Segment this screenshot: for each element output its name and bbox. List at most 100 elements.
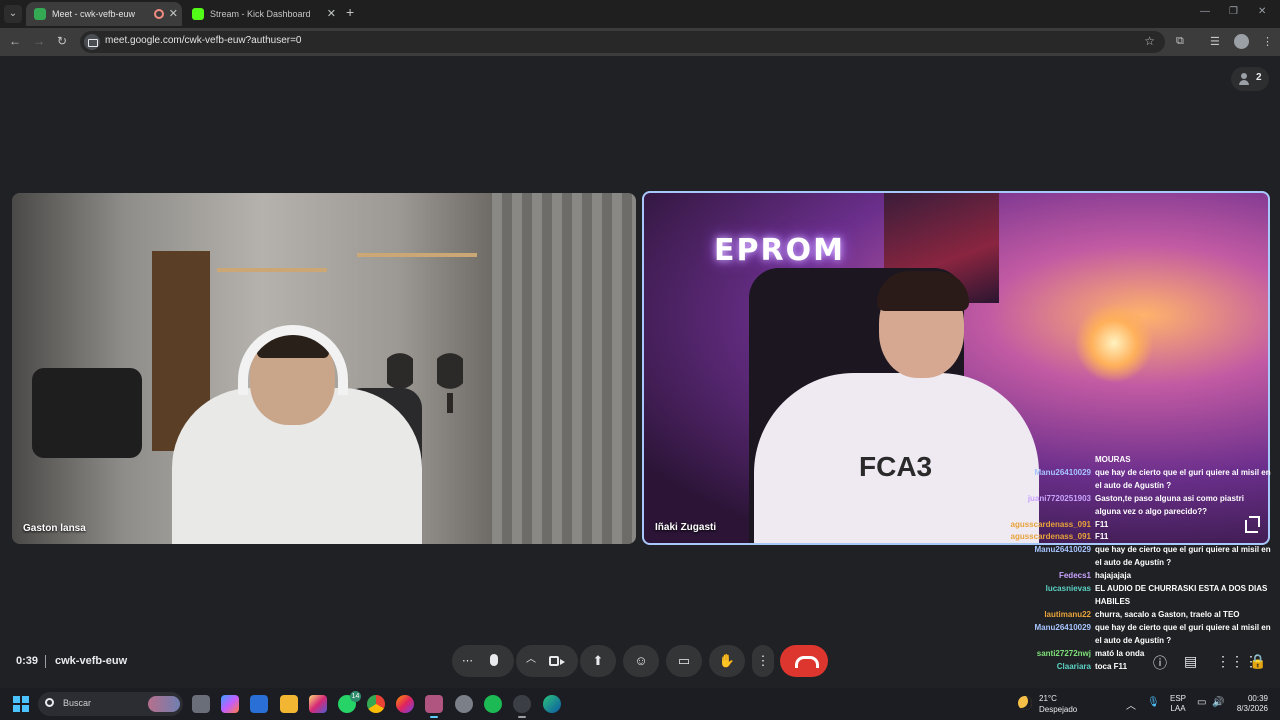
neon-sign: EPROM [714, 233, 845, 268]
copilot-icon[interactable] [221, 695, 239, 713]
obs-icon[interactable] [513, 695, 531, 718]
chat-username: agusscardenass_091 [1010, 519, 1092, 529]
search-placeholder: Buscar [63, 698, 92, 708]
host-controls-icon[interactable]: 🔒 [1249, 653, 1266, 670]
camera-control-group[interactable]: ︿ [516, 645, 578, 677]
menu-dots-icon[interactable]: ⋮ [1262, 35, 1273, 48]
minimize-icon[interactable]: — [1200, 6, 1210, 17]
store-icon[interactable] [250, 695, 268, 713]
file-explorer-icon[interactable] [280, 695, 298, 713]
moon-icon [1018, 696, 1032, 710]
sim-wheel [32, 368, 142, 458]
weather-desc: Despejado [1039, 705, 1078, 714]
chat-text: que hay de cierto que el guri quiere al … [1095, 467, 1271, 490]
video-tile-gaston[interactable]: Gaston lansa [12, 193, 636, 544]
firefox-icon[interactable] [396, 695, 414, 713]
tab-title: Meet - cwk-vefb-euw [52, 9, 136, 19]
shirt-print: FCA3 [859, 451, 933, 482]
volume-icon[interactable]: 🔊 [1212, 697, 1224, 708]
clock-date: 8/3/2026 [1236, 704, 1268, 713]
divider [45, 655, 46, 668]
chat-message: MOURAS [1005, 454, 1275, 467]
spotify-icon[interactable] [484, 695, 502, 713]
close-window-icon[interactable]: ✕ [1258, 6, 1266, 17]
bookmark-star-icon[interactable]: ☆ [1144, 34, 1155, 48]
curtain [492, 193, 636, 544]
chat-username: Manu26410029 [1034, 622, 1091, 632]
chat-text: MOURAS [1095, 455, 1131, 464]
restore-icon[interactable]: ❐ [1229, 6, 1238, 17]
chat-message: Manu26410029 que hay de cierto que el gur… [1005, 622, 1275, 648]
address-bar[interactable]: meet.google.com/cwk-vefb-euw?authuser=0 … [80, 31, 1165, 53]
mic-tray-icon[interactable]: 🎙 [1147, 697, 1160, 708]
network-icon[interactable]: ▭ [1197, 697, 1206, 708]
taskbar-search[interactable]: Buscar [38, 692, 183, 716]
present-screen-button[interactable]: ⬆ [580, 645, 616, 677]
participant-name: Iñaki Zugasti [655, 522, 717, 533]
meeting-info-icon[interactable]: ⓘ [1153, 653, 1167, 673]
site-info-icon[interactable] [84, 34, 100, 50]
chat-username: Claariara [1056, 661, 1091, 671]
reload-icon[interactable]: ↻ [57, 34, 67, 48]
participants-button[interactable]: 2 [1231, 67, 1269, 91]
mic-icon[interactable] [490, 654, 498, 666]
participant-name: Gaston lansa [23, 523, 86, 534]
chat-icon[interactable]: ▤ [1184, 653, 1197, 670]
chat-text: que hay de cierto que el guri quiere al … [1095, 622, 1271, 645]
windows-start-icon[interactable] [13, 696, 29, 712]
tray-chevron-icon[interactable]: ︿ [1126, 697, 1136, 712]
whatsapp-icon[interactable]: 14 [338, 691, 361, 713]
chat-message: Manu26410029 que hay de cierto que el gur… [1005, 544, 1275, 570]
instagram-icon[interactable] [309, 695, 327, 713]
chat-text: que hay de cierto que el guri quiere al … [1095, 545, 1271, 568]
lamp-glow [1074, 303, 1154, 383]
running-indicator [518, 716, 526, 718]
raise-hand-button[interactable]: ✋ [709, 645, 745, 677]
stream-chat-overlay: MOURAS Manu26410029 que hay de cierto que … [1005, 454, 1275, 673]
chat-username: Manu26410029 [1034, 545, 1091, 555]
meeting-code: cwk-vefb-euw [55, 655, 128, 667]
tab-title: Stream - Kick Dashboard [210, 9, 311, 19]
weather-temp: 21°C [1039, 694, 1057, 703]
audio-options-icon[interactable]: ⋯ [462, 645, 473, 677]
settings-icon[interactable] [455, 695, 473, 713]
tab-kick-dashboard[interactable]: Stream - Kick Dashboard ✕ [184, 2, 340, 26]
chrome-icon[interactable] [367, 695, 385, 713]
reactions-button[interactable]: ☺ [623, 645, 659, 677]
close-tab-icon[interactable]: ✕ [327, 2, 336, 26]
tab-meet[interactable]: Meet - cwk-vefb-euw ✕ [26, 2, 182, 26]
more-options-button[interactable]: ⋮ [752, 645, 774, 677]
extensions-icon[interactable]: ⧉ [1176, 35, 1184, 48]
chat-text: Gaston,te paso alguna asi como piastri a… [1095, 493, 1244, 516]
emoji-icon: ☺ [634, 653, 648, 668]
forward-icon[interactable]: → [33, 34, 45, 48]
chat-message: juani7720251903 Gaston,te paso alguna asi… [1005, 493, 1275, 519]
reading-list-icon[interactable]: ☰ [1210, 35, 1220, 48]
camera-icon[interactable] [549, 656, 565, 666]
lang-code: ESP [1170, 694, 1187, 703]
chat-message: lucasnievas EL AUDIO DE CHURRASKI ESTA A … [1005, 583, 1275, 609]
clock-time: 00:39 [1247, 694, 1268, 703]
chat-text: EL AUDIO DE CHURRASKI ESTA A DOS DIAS HA… [1095, 584, 1268, 606]
edge-icon[interactable] [543, 695, 561, 713]
task-view-icon[interactable] [192, 695, 210, 713]
mic-control-group[interactable]: ⋯ [452, 645, 514, 677]
profile-avatar[interactable] [1234, 34, 1249, 49]
input-language[interactable]: ESP LAA [1170, 694, 1186, 714]
trophy-icon [437, 353, 463, 413]
leave-call-button[interactable] [780, 645, 828, 677]
close-tab-icon[interactable]: ✕ [169, 2, 178, 26]
streaming-app-icon[interactable] [425, 695, 443, 718]
search-icon [45, 698, 54, 707]
active-indicator [430, 716, 438, 718]
chat-username: santi27272nwj [1036, 648, 1091, 658]
system-clock[interactable]: 00:39 8/3/2026 [1228, 694, 1268, 714]
chevron-up-icon[interactable]: ︿ [526, 644, 536, 676]
meeting-time: 0:39 [16, 655, 39, 667]
captions-button[interactable]: ▭ [666, 645, 702, 677]
chat-message: agusscardenass_091 F11 [1005, 531, 1275, 544]
tab-search-button[interactable]: ⌄ [4, 5, 22, 23]
new-tab-button[interactable]: + [346, 4, 354, 20]
browser-toolbar: ← → ↻ meet.google.com/cwk-vefb-euw?authu… [0, 28, 1280, 56]
back-icon[interactable]: ← [9, 34, 21, 48]
